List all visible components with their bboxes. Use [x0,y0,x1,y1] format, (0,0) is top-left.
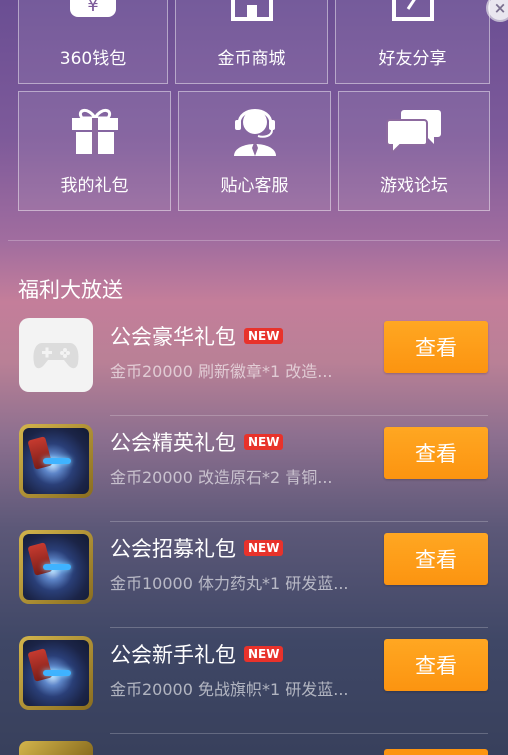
list-item: 公会豪华礼包 NEW 金币20000 刷新徽章*1 改造... 查看 [0,310,508,416]
view-button[interactable]: 查看 [384,321,488,373]
new-badge: NEW [244,540,284,556]
gift-description: 金币20000 刷新徽章*1 改造... [110,362,333,381]
gift-name: 公会豪华礼包 NEW [110,321,284,351]
tile-forum[interactable]: 游戏论坛 [338,91,490,211]
row-divider [110,733,488,734]
game-icon [19,741,93,755]
tile-my-gifts[interactable]: 我的礼包 [18,91,171,211]
gift-description: 金币10000 体力药丸*1 研发蓝... [110,574,349,593]
list-item: 公会新手礼包 NEW 金币20000 免战旗帜*1 研发蓝... 查看 [0,628,508,734]
svg-text:¥: ¥ [87,0,98,16]
gamepad-icon [19,318,93,392]
game-icon [19,424,93,498]
tile-share[interactable]: 好友分享 [335,0,490,84]
close-icon: × [493,0,507,17]
section-title: 福利大放送 [18,278,123,302]
gift-name: 公会精英礼包 NEW [110,427,284,457]
tile-label: 金币商城 [217,49,286,69]
tile-shop[interactable]: 金币商城 [175,0,328,84]
view-button[interactable] [384,749,488,755]
tile-wallet[interactable]: ¥ 360钱包 [18,0,168,84]
tile-label: 360钱包 [59,49,127,69]
tile-label: 游戏论坛 [380,176,448,196]
new-badge: NEW [244,646,284,662]
gift-name: 公会招募礼包 NEW [110,533,284,563]
view-button[interactable]: 查看 [384,639,488,691]
gift-description: 金币20000 免战旗帜*1 研发蓝... [110,680,349,699]
customer-service-icon [233,109,276,156]
shop-icon [230,0,273,21]
list-item: 公会精英礼包 NEW 金币20000 改造原石*2 青铜... 查看 [0,416,508,522]
view-button[interactable]: 查看 [384,427,488,479]
game-icon [19,530,93,604]
forum-icon [386,110,441,154]
game-icon [19,636,93,710]
gift-description: 金币20000 改造原石*2 青铜... [110,468,333,487]
new-badge: NEW [244,434,284,450]
share-icon [391,0,434,21]
view-button[interactable]: 查看 [384,533,488,585]
tile-customer-service[interactable]: 贴心客服 [178,91,331,211]
list-item: 公会招募礼包 NEW 金币10000 体力药丸*1 研发蓝... 查看 [0,522,508,628]
gift-name: 公会新手礼包 NEW [110,639,284,669]
tile-label: 好友分享 [378,49,447,69]
wallet-icon: ¥ [70,0,116,17]
gift-icon [71,109,118,154]
divider [8,240,500,241]
tile-label: 贴心客服 [220,176,289,196]
tile-label: 我的礼包 [60,176,129,196]
new-badge: NEW [244,328,284,344]
